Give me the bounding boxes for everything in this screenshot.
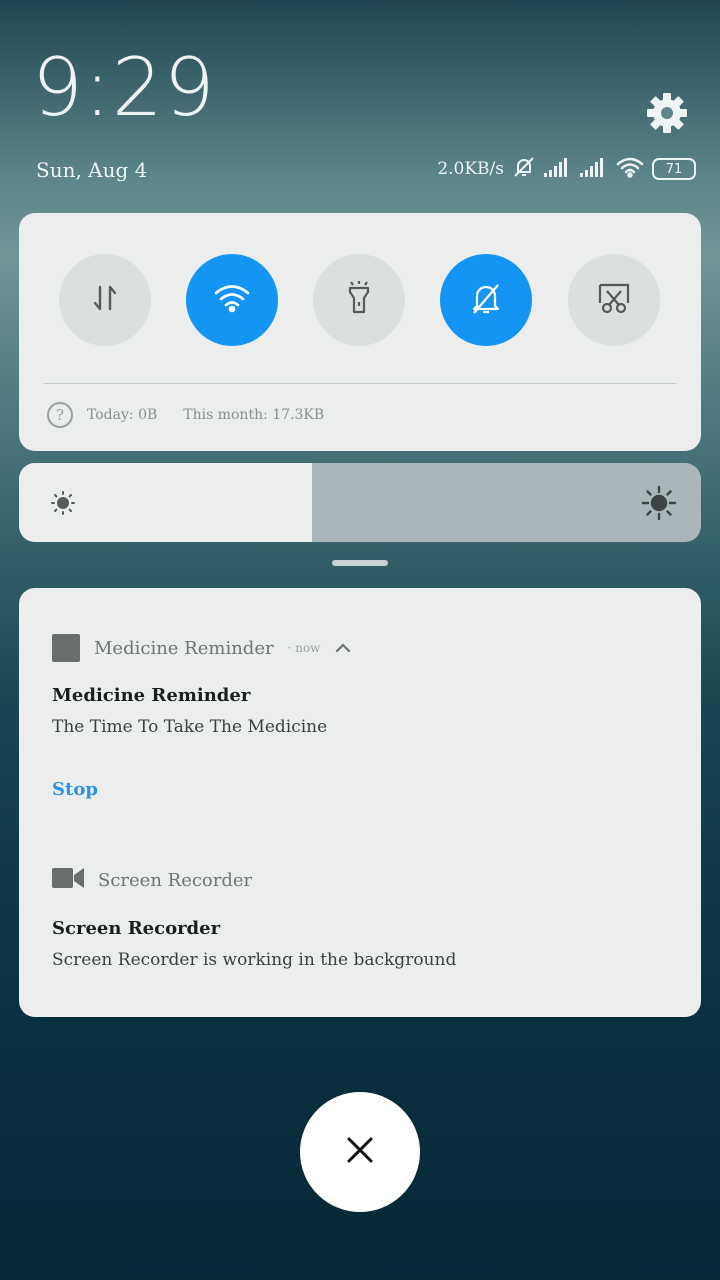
wifi-icon [616, 156, 644, 182]
bell-off-icon [469, 280, 503, 320]
settings-gear-icon[interactable] [644, 90, 690, 136]
notification-body: The Time To Take The Medicine [52, 717, 328, 737]
app-name: Screen Recorder [98, 870, 253, 891]
video-camera-icon [52, 866, 84, 895]
data-arrows-icon [88, 281, 122, 319]
signal-icon [544, 157, 572, 181]
usage-month: This month: 17.3KB [183, 407, 325, 423]
wifi-icon [213, 283, 251, 317]
notification-header-medicine[interactable]: Medicine Reminder · now [52, 634, 352, 662]
help-icon: ? [47, 402, 73, 428]
alarm-off-icon [512, 155, 536, 183]
scissors-screen-icon [596, 281, 632, 319]
sun-large-icon [641, 485, 677, 525]
screenshot-toggle[interactable] [568, 254, 660, 346]
app-name: Medicine Reminder [94, 637, 274, 659]
brightness-slider[interactable] [19, 463, 701, 542]
notification-header-recorder[interactable]: Screen Recorder [52, 866, 252, 895]
clear-notifications-button[interactable] [300, 1092, 420, 1212]
data-usage-row[interactable]: ? Today: 0B This month: 17.3KB [47, 402, 324, 428]
status-icons: 2.0KB/s 71 [437, 155, 696, 183]
chevron-up-icon[interactable] [334, 638, 352, 659]
battery-indicator: 71 [652, 158, 696, 180]
notification-title: Screen Recorder [52, 918, 221, 939]
notification-time-value: now [295, 641, 321, 655]
wifi-toggle[interactable] [186, 254, 278, 346]
sun-small-icon [51, 491, 75, 519]
date-label: Sun, Aug 4 [36, 158, 148, 182]
flashlight-icon [342, 280, 376, 320]
notification-title: Medicine Reminder [52, 685, 251, 706]
stop-button[interactable]: Stop [52, 779, 98, 800]
clock-time: 9:29 [32, 41, 216, 134]
silent-toggle[interactable] [440, 254, 532, 346]
close-icon [345, 1135, 375, 1169]
flashlight-toggle[interactable] [313, 254, 405, 346]
divider [44, 383, 676, 384]
quick-settings-panel: ? Today: 0B This month: 17.3KB [19, 213, 701, 451]
app-icon [52, 634, 80, 662]
notifications-panel: Medicine Reminder · now Medicine Reminde… [19, 588, 701, 1017]
network-speed: 2.0KB/s [437, 159, 504, 179]
notification-body: Screen Recorder is working in the backgr… [52, 950, 457, 970]
notification-time: · now [287, 641, 321, 655]
usage-today: Today: 0B [87, 407, 158, 423]
drag-handle[interactable] [332, 560, 388, 566]
mobile-data-toggle[interactable] [59, 254, 151, 346]
signal-icon [580, 157, 608, 181]
